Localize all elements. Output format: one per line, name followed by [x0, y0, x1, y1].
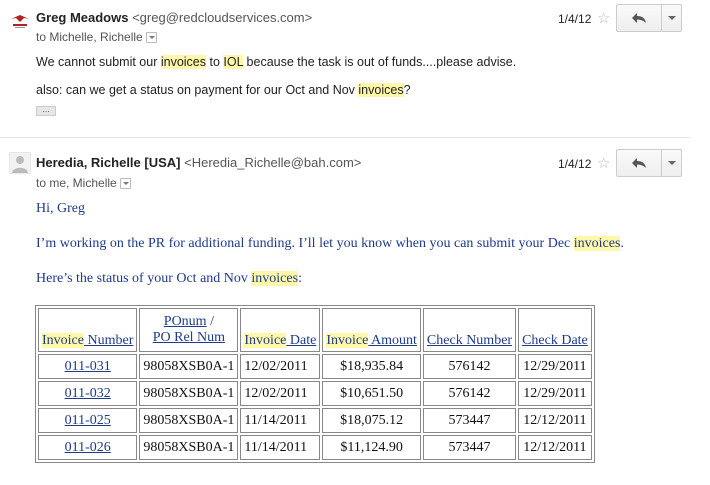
invoice-link[interactable]: 011-032	[65, 386, 111, 401]
table-row: 011-032 98058XSB0A-1 12/02/2011 $10,651.…	[38, 381, 592, 406]
header-invoice-date: Invoice Date	[240, 308, 321, 352]
table-row: 011-026 98058XSB0A-1 11/14/2011 $11,124.…	[38, 435, 592, 460]
cell-date: 12/02/2011	[240, 354, 321, 379]
show-trimmed-content-button[interactable]: ...	[36, 105, 56, 116]
message-divider	[0, 137, 690, 138]
highlighted-term: Invoice	[244, 333, 287, 348]
text-segment: also: can we get a status on payment for…	[36, 83, 359, 97]
details-dropdown-icon[interactable]	[145, 32, 157, 44]
highlighted-term: invoices	[160, 55, 207, 69]
header-invoice-number: Invoice Number	[38, 308, 138, 352]
header-check-number: Check Number	[422, 308, 517, 352]
text-segment: I’m working on the PR for additional fun…	[36, 236, 574, 251]
more-options-button[interactable]	[662, 150, 681, 176]
invoice-link[interactable]: 011-025	[65, 413, 111, 428]
reply-button[interactable]	[617, 5, 662, 31]
cell-invoice: 011-025	[38, 408, 138, 433]
message-line-1: We cannot submit our invoices to IOL bec…	[36, 55, 516, 69]
cell-ponum: 98058XSB0A-1	[139, 435, 239, 460]
sender-email: <Heredia_Richelle@bah.com>	[184, 155, 362, 170]
text-segment: Here’s the status of your Oct and Nov	[36, 271, 252, 286]
message-date: 1/4/12	[558, 157, 592, 171]
cell-amount: $18,935.84	[322, 354, 421, 379]
table-row: 011-031 98058XSB0A-1 12/02/2011 $18,935.…	[38, 354, 592, 379]
sender-email: <greg@redcloudservices.com>	[132, 10, 313, 25]
highlighted-term: IOL	[223, 55, 244, 69]
cell-invoice: 011-026	[38, 435, 138, 460]
recipients-text: to Michelle, Richelle	[36, 30, 143, 44]
cell-check: 576142	[422, 354, 517, 379]
header-check-date: Check Date	[518, 308, 592, 352]
table-row: 011-025 98058XSB0A-1 11/14/2011 $18,075.…	[38, 408, 592, 433]
header-link[interactable]: POnum	[164, 314, 207, 329]
cell-check: 573447	[422, 408, 517, 433]
header-link[interactable]: PO Rel Num	[153, 330, 225, 345]
recipients-text: to me, Michelle	[36, 176, 117, 190]
cell-amount: $11,124.90	[322, 435, 421, 460]
header-link[interactable]: Check Date	[522, 333, 588, 348]
text-segment: .	[620, 236, 624, 251]
header-link[interactable]: Amount	[368, 333, 417, 348]
cell-ponum: 98058XSB0A-1	[139, 408, 239, 433]
invoice-status-table: Invoice Number POnum / PO Rel Num Invoic…	[35, 305, 595, 463]
sender-name[interactable]: Greg Meadows	[36, 10, 128, 25]
greeting: Hi, Greg	[36, 201, 85, 216]
cell-date: 12/02/2011	[240, 381, 321, 406]
text-segment: ?	[403, 83, 411, 97]
cell-ponum: 98058XSB0A-1	[139, 354, 239, 379]
recipients: to me, Michelle	[36, 176, 131, 190]
text-segment: because the task is out of funds....plea…	[243, 55, 517, 69]
cell-invoice: 011-032	[38, 381, 138, 406]
header-link[interactable]: Number	[84, 333, 133, 348]
highlighted-term: Invoice	[42, 333, 84, 348]
message-date: 1/4/12	[558, 12, 592, 26]
cell-check-date: 12/12/2011	[518, 435, 592, 460]
table-header-row: Invoice Number POnum / PO Rel Num Invoic…	[38, 308, 592, 352]
cell-check: 576142	[422, 381, 517, 406]
sender-name[interactable]: Heredia, Richelle [USA]	[36, 155, 181, 170]
header-separator: /	[206, 314, 214, 329]
header-ponum: POnum / PO Rel Num	[139, 308, 239, 352]
invoice-link[interactable]: 011-026	[65, 440, 111, 455]
cell-ponum: 98058XSB0A-1	[139, 381, 239, 406]
details-dropdown-icon[interactable]	[119, 178, 131, 190]
cell-date: 11/14/2011	[240, 408, 321, 433]
highlighted-term: Invoice	[326, 333, 369, 348]
more-options-button[interactable]	[662, 5, 681, 31]
cell-amount: $18,075.12	[322, 408, 421, 433]
highlighted-term: invoices	[358, 83, 404, 97]
cell-check-date: 12/12/2011	[518, 408, 592, 433]
header-link[interactable]: Date	[286, 333, 316, 348]
reply-icon	[632, 13, 646, 23]
cell-invoice: 011-031	[38, 354, 138, 379]
reply-button[interactable]	[617, 150, 662, 176]
cell-check-date: 12/29/2011	[518, 381, 592, 406]
highlighted-term: invoices	[251, 271, 299, 286]
highlighted-term: invoices	[573, 236, 621, 251]
cell-date: 11/14/2011	[240, 435, 321, 460]
cell-amount: $10,651.50	[322, 381, 421, 406]
invoice-link[interactable]: 011-031	[65, 359, 111, 374]
recipients: to Michelle, Richelle	[36, 30, 157, 44]
cell-check: 573447	[422, 435, 517, 460]
star-icon[interactable]: ☆	[597, 156, 610, 171]
sender-line: Heredia, Richelle [USA] <Heredia_Richell…	[36, 155, 361, 170]
message-paragraph-2: Here’s the status of your Oct and Nov in…	[36, 271, 302, 287]
cell-check-date: 12/29/2011	[518, 354, 592, 379]
text-segment: :	[298, 271, 302, 286]
reply-icon	[632, 158, 646, 168]
text-segment: to	[206, 55, 224, 69]
header-invoice-amount: Invoice Amount	[322, 308, 421, 352]
avatar	[8, 151, 32, 175]
sender-line: Greg Meadows <greg@redcloudservices.com>	[36, 10, 312, 25]
text-segment: We cannot submit our	[36, 55, 161, 69]
sender-logo	[9, 9, 31, 31]
message-paragraph-1: I’m working on the PR for additional fun…	[36, 236, 624, 252]
star-icon[interactable]: ☆	[597, 11, 610, 26]
header-link[interactable]: Check Number	[427, 333, 512, 348]
message-line-2: also: can we get a status on payment for…	[36, 83, 411, 97]
reply-button-group	[616, 4, 682, 32]
reply-button-group	[616, 149, 682, 177]
